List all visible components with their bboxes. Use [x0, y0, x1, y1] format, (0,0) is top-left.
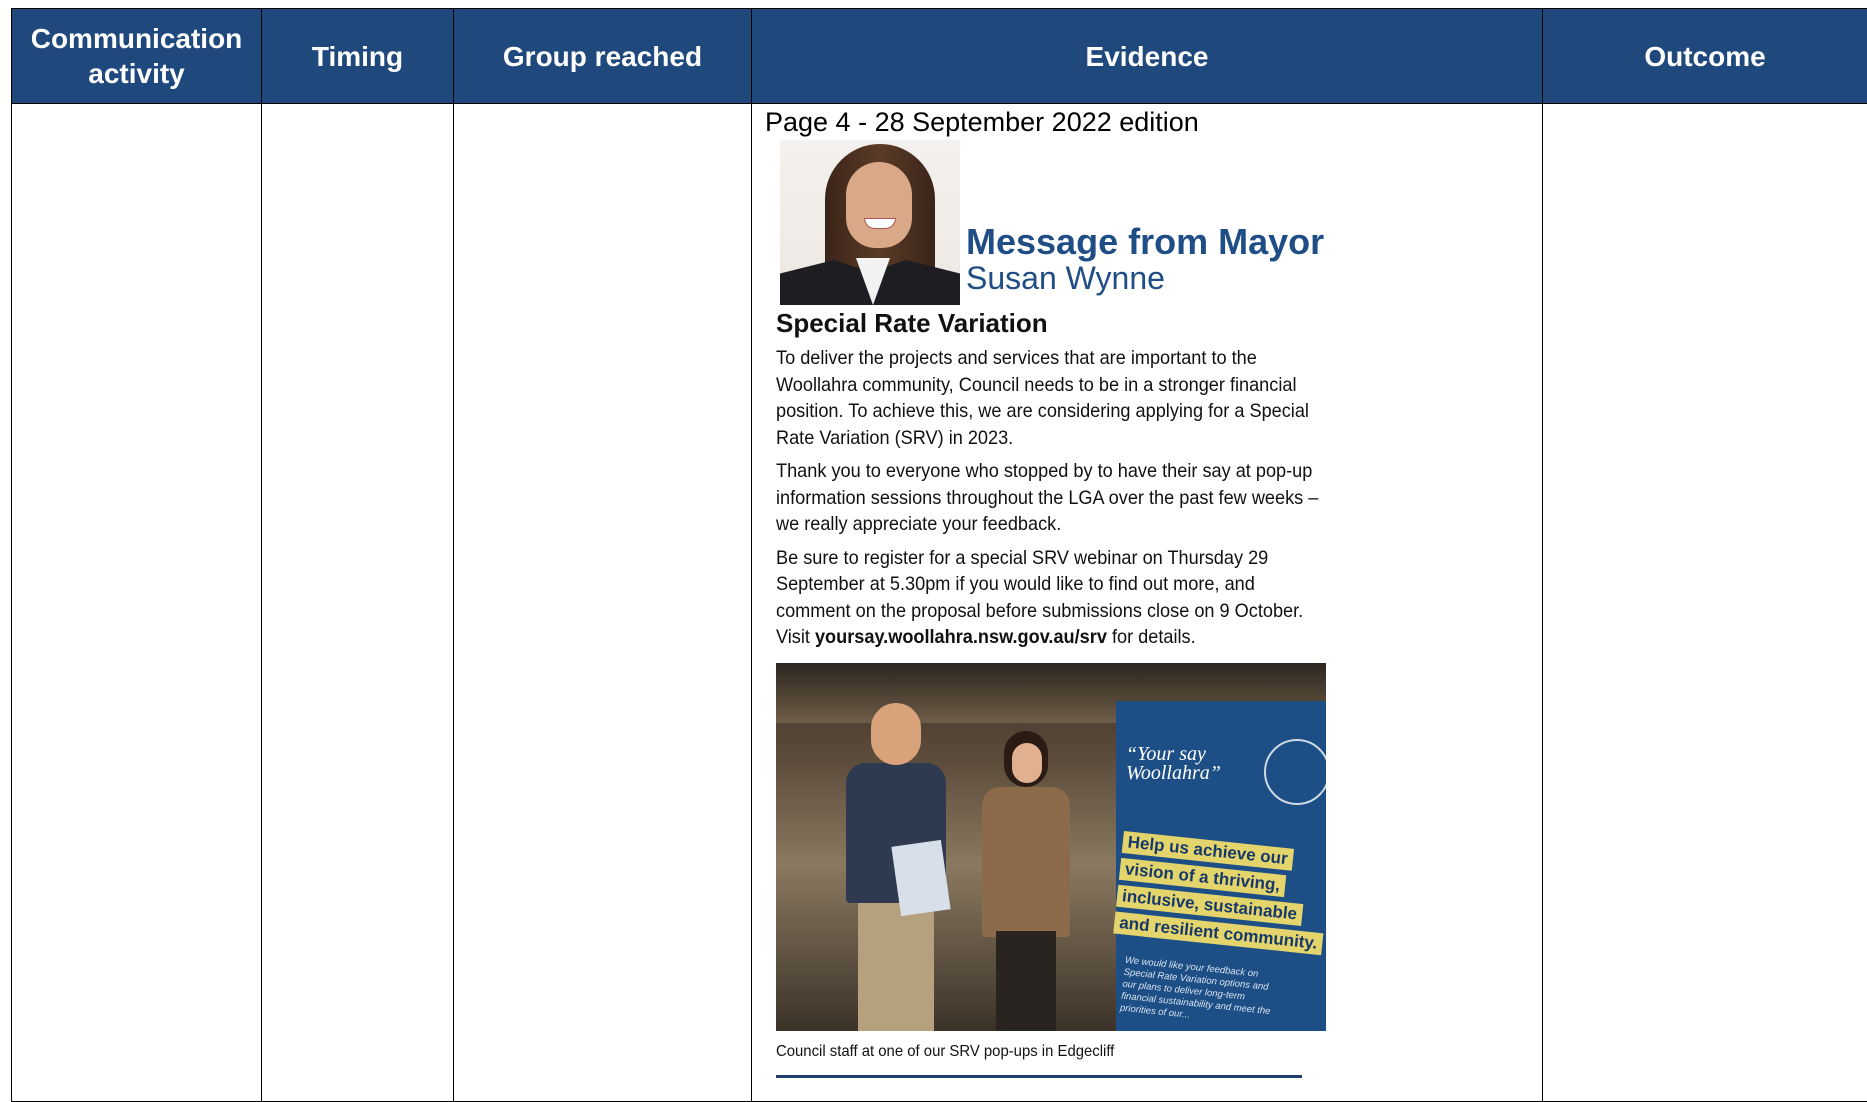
header-evidence: Evidence [752, 9, 1543, 104]
article-heading: Special Rate Variation [776, 308, 1328, 339]
cell-communication-activity [12, 104, 262, 1102]
cell-timing [262, 104, 454, 1102]
newspaper-clipping: Message from Mayor Susan Wynne Special R… [776, 138, 1328, 1086]
mayor-header: Message from Mayor Susan Wynne [776, 138, 1328, 308]
cell-group-reached [454, 104, 752, 1102]
your-say-sign: “Your say Woollahra” Help us achieve our… [1116, 701, 1326, 1031]
cell-outcome [1543, 104, 1867, 1102]
staff-person-image [976, 731, 1076, 1031]
sign-quote: “Your say Woollahra” [1126, 745, 1221, 783]
header-group-reached: Group reached [454, 9, 752, 104]
cell-evidence: Page 4 - 28 September 2022 edition Messa… [752, 104, 1543, 1102]
article-paragraph: Thank you to everyone who stopped by to … [776, 458, 1325, 538]
article-paragraph: To deliver the projects and services tha… [776, 345, 1325, 451]
article-paragraph: Be sure to register for a special SRV we… [776, 545, 1325, 651]
popup-photo: “Your say Woollahra” Help us achieve our… [776, 663, 1326, 1031]
sign-small-text: We would like your feedback on Special R… [1119, 954, 1284, 1030]
staff-person-image [836, 703, 956, 1031]
mayor-title-line2: Susan Wynne [966, 260, 1324, 296]
header-communication-activity: Communication activity [12, 9, 262, 104]
article-link: yoursay.woollahra.nsw.gov.au/srv [815, 626, 1107, 648]
table-row: Page 4 - 28 September 2022 edition Messa… [12, 104, 1867, 1102]
header-outcome: Outcome [1543, 9, 1867, 104]
article-paragraph-end: for details. [1107, 626, 1196, 648]
divider [776, 1075, 1302, 1078]
mayor-title: Message from Mayor Susan Wynne [966, 224, 1324, 296]
mayor-portrait-image [780, 140, 960, 305]
sign-banner: Help us achieve our vision of a thriving… [1113, 831, 1319, 959]
evidence-caption: Page 4 - 28 September 2022 edition [752, 104, 1542, 138]
table-header-row: Communication activity Timing Group reac… [12, 9, 1867, 104]
council-seal-icon [1264, 739, 1326, 805]
photo-caption: Council staff at one of our SRV pop-ups … [776, 1043, 1289, 1061]
mayor-title-line1: Message from Mayor [966, 224, 1324, 260]
communication-table: Communication activity Timing Group reac… [11, 8, 1867, 1102]
header-timing: Timing [262, 9, 454, 104]
